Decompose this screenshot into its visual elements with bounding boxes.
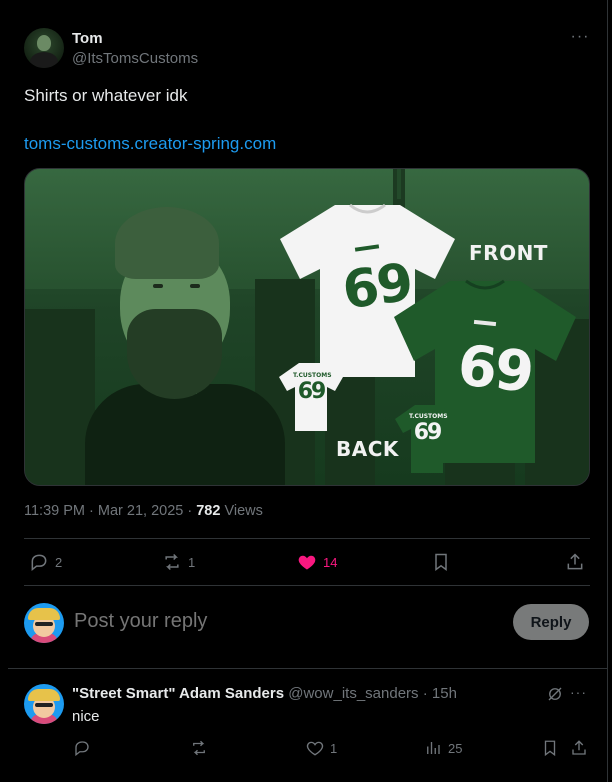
comment-like-count: 1 xyxy=(330,740,338,756)
tweet-detail-panel: Tom @ItsTomsCustoms ··· Shirts or whatev… xyxy=(0,0,608,782)
small-shirt-brand-white: T.CUSTOMS xyxy=(293,372,332,379)
bookmark-icon xyxy=(435,553,447,571)
heart-filled-icon xyxy=(298,555,316,570)
comment-reply-icon[interactable] xyxy=(73,739,91,762)
more-options-icon[interactable]: ··· xyxy=(566,28,594,48)
author-avatar[interactable] xyxy=(24,28,64,68)
views-count: 782 xyxy=(196,503,221,519)
analytics-icon xyxy=(427,742,440,754)
reply-input[interactable] xyxy=(74,610,494,633)
back-label: BACK xyxy=(336,437,399,461)
commenter-handle[interactable]: @wow_its_sanders xyxy=(288,685,418,702)
share-button[interactable] xyxy=(565,552,585,572)
comment-repost-icon[interactable] xyxy=(190,739,208,762)
front-label: FRONT xyxy=(469,241,548,265)
comment-more-options-icon[interactable]: ··· xyxy=(570,684,587,700)
small-shirt-brand-green: T.CUSTOMS xyxy=(409,413,448,420)
divider xyxy=(8,668,608,669)
tweet-timestamp: 11:39 PM · Mar 21, 2025 · 782 Views xyxy=(24,503,263,519)
divider xyxy=(24,585,590,586)
bookmark-button[interactable] xyxy=(431,552,451,572)
heart-icon xyxy=(306,741,324,756)
author-name[interactable]: Tom xyxy=(72,30,103,47)
comment-header: "Street Smart" Adam Sanders @wow_its_san… xyxy=(72,685,457,702)
repost-icon xyxy=(165,553,179,571)
tweet-text: Shirts or whatever idk xyxy=(24,86,188,105)
share-icon xyxy=(567,553,583,570)
comment-views-button[interactable]: 25 xyxy=(424,739,462,757)
comment-share-icon[interactable] xyxy=(570,739,588,762)
comment-like-button[interactable]: 1 xyxy=(306,739,337,757)
author-handle[interactable]: @ItsTomsCustoms xyxy=(72,50,198,67)
tweet-date[interactable]: Mar 21, 2025 xyxy=(98,503,183,519)
reply-submit-button[interactable]: Reply xyxy=(513,604,589,640)
tweet-link[interactable]: toms-customs.creator-spring.com xyxy=(24,134,276,154)
small-shirt-number-green: 69 xyxy=(413,420,443,445)
comment-text: nice xyxy=(72,708,100,725)
reply-count: 2 xyxy=(55,554,63,570)
divider xyxy=(24,538,590,539)
current-user-avatar[interactable] xyxy=(24,603,64,643)
comment-bookmark-icon[interactable] xyxy=(541,739,559,762)
small-shirt-number-white: 69 xyxy=(297,379,327,404)
shirt-number-back: 69 xyxy=(454,333,536,406)
tweet-media-image[interactable]: 69 69 T.CUSTOMS 69 T.CUSTOMS 69 FRONT BA… xyxy=(24,168,590,486)
reply-icon xyxy=(31,554,47,572)
grok-icon[interactable] xyxy=(546,685,564,708)
commenter-avatar[interactable] xyxy=(24,684,64,724)
comment-age[interactable]: 15h xyxy=(432,685,457,702)
commenter-name[interactable]: "Street Smart" Adam Sanders xyxy=(72,685,284,702)
tweet-time[interactable]: 11:39 PM xyxy=(24,503,85,519)
comment-views-count: 25 xyxy=(448,740,463,756)
views-label: Views xyxy=(224,503,263,519)
like-button[interactable]: 14 xyxy=(297,552,337,572)
like-count: 14 xyxy=(323,554,338,570)
repost-count: 1 xyxy=(188,554,196,570)
repost-button[interactable]: 1 xyxy=(162,552,195,572)
reply-button[interactable]: 2 xyxy=(29,552,62,572)
